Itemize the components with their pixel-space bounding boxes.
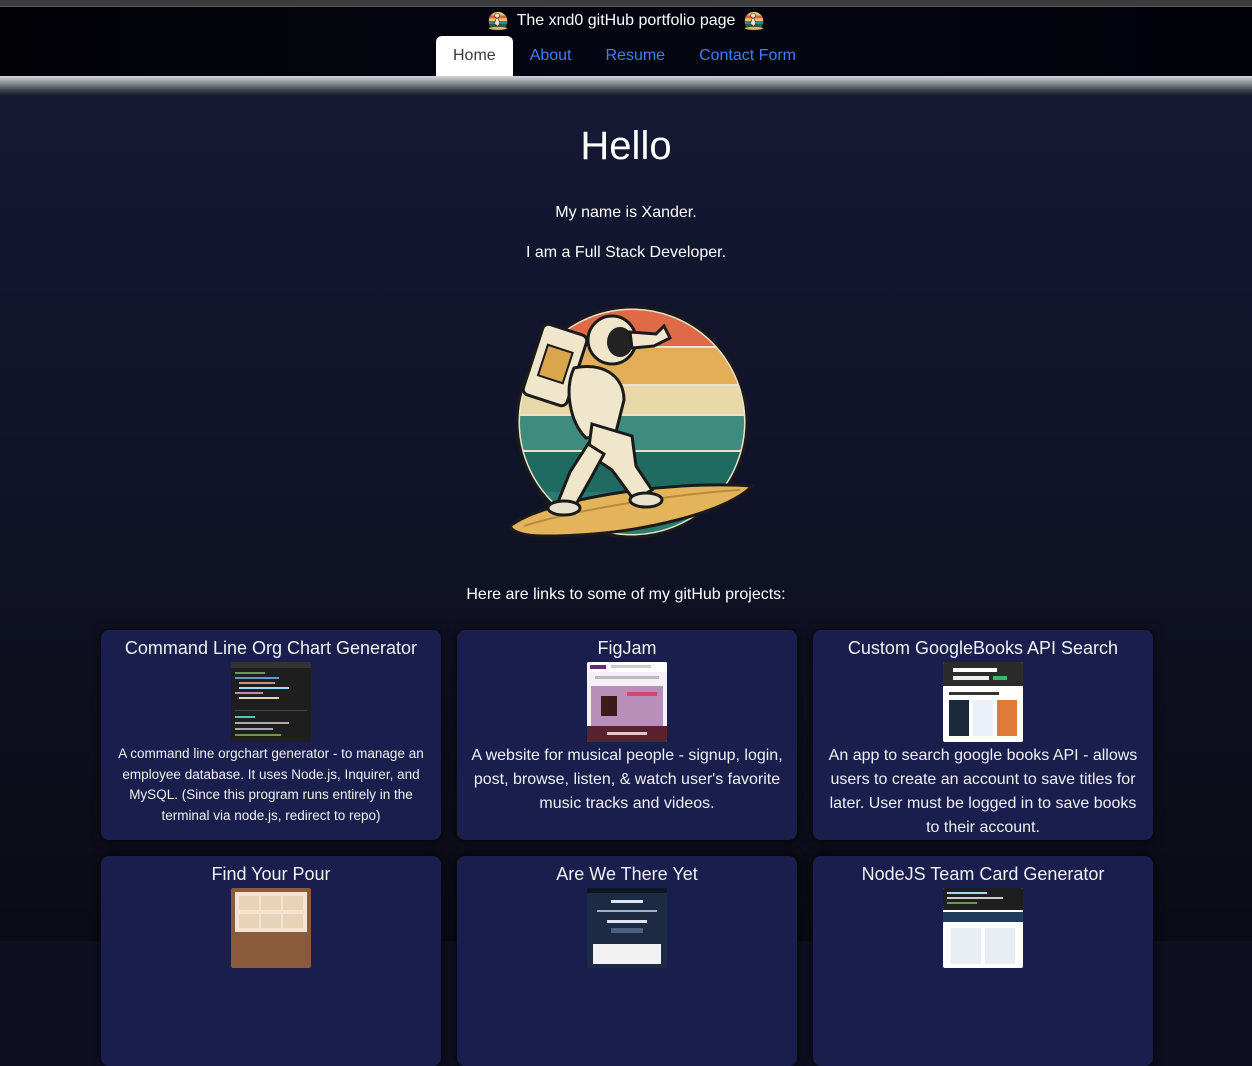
project-description: A website for musical people - signup, l…: [471, 747, 783, 812]
project-thumbnail[interactable]: [587, 888, 667, 968]
projects-intro-text: Here are links to some of my gitHub proj…: [466, 586, 786, 603]
intro-name-text: My name is Xander.: [555, 204, 697, 221]
header-divider-bar: [0, 76, 1252, 96]
window-top-edge: [0, 0, 1252, 7]
project-title[interactable]: Custom GoogleBooks API Search: [813, 638, 1153, 658]
project-thumbnail[interactable]: [231, 888, 311, 968]
main-nav: Home About Resume Contact Form: [436, 34, 813, 76]
project-card-figjam[interactable]: FigJam A website for musical people - si…: [457, 630, 797, 840]
intro-role-text: I am a Full Stack Developer.: [525, 244, 727, 261]
astronaut-surfer-image: [508, 305, 756, 539]
project-card-are-we-there-yet[interactable]: Are We There Yet: [457, 856, 797, 1066]
project-title[interactable]: FigJam: [457, 638, 797, 658]
project-card-find-your-pour[interactable]: Find Your Pour: [101, 856, 441, 1066]
project-thumbnail[interactable]: [943, 888, 1023, 968]
project-thumbnail[interactable]: [231, 662, 311, 742]
site-header: The xnd0 gitHub portfolio page Home Abou…: [0, 7, 1252, 76]
nav-tab-contact-form[interactable]: Contact Form: [682, 36, 813, 76]
main-content: Hello My name is Xander. I am a Full Sta…: [0, 96, 1252, 1066]
page-heading: Hello: [580, 124, 672, 168]
project-title[interactable]: NodeJS Team Card Generator: [813, 864, 1153, 884]
project-card-org-chart[interactable]: Command Line Org Chart Generator A comma…: [101, 630, 441, 840]
nav-tab-about[interactable]: About: [513, 36, 589, 76]
project-thumbnail[interactable]: [943, 662, 1023, 742]
project-title[interactable]: Find Your Pour: [101, 864, 441, 884]
project-card-team-card-generator[interactable]: NodeJS Team Card Generator: [813, 856, 1153, 1066]
project-title[interactable]: Command Line Org Chart Generator: [101, 638, 441, 658]
astronaut-logo-icon: [488, 11, 508, 31]
project-card-googlebooks[interactable]: Custom GoogleBooks API Search An app to …: [813, 630, 1153, 840]
nav-tab-resume[interactable]: Resume: [589, 36, 683, 76]
project-description: A command line orgchart generator - to m…: [118, 746, 424, 823]
project-description: An app to search google books API - allo…: [828, 747, 1138, 836]
project-thumbnail[interactable]: [587, 662, 667, 742]
project-title[interactable]: Are We There Yet: [457, 864, 797, 884]
site-title-text: The xnd0 gitHub portfolio page: [516, 12, 736, 29]
nav-tab-home[interactable]: Home: [436, 36, 513, 76]
astronaut-logo-icon: [744, 11, 764, 31]
site-title-bar: The xnd0 gitHub portfolio page: [0, 10, 1252, 32]
